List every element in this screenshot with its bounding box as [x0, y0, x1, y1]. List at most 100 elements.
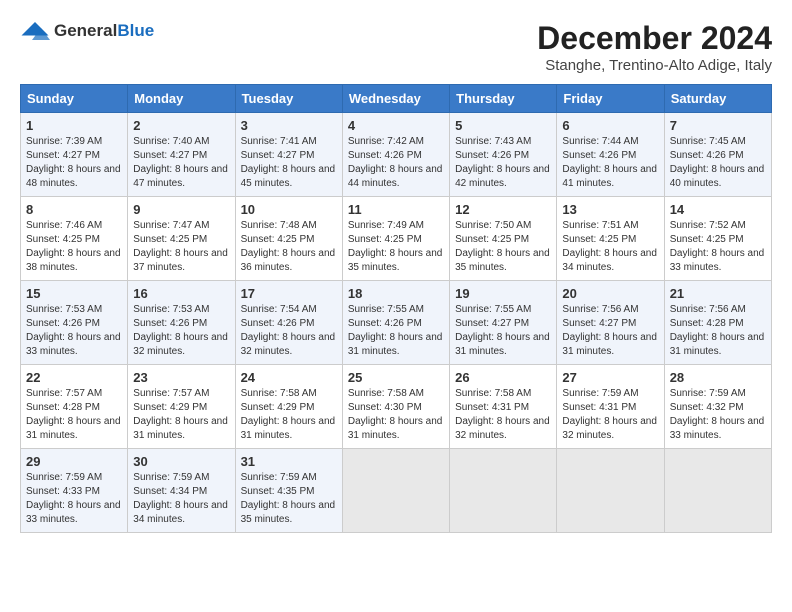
day-info: Sunrise: 7:50 AMSunset: 4:25 PMDaylight:… [455, 220, 550, 273]
calendar-cell: 15 Sunrise: 7:53 AMSunset: 4:26 PMDaylig… [21, 281, 128, 365]
day-info: Sunrise: 7:59 AMSunset: 4:31 PMDaylight:… [562, 388, 657, 441]
calendar-cell: 3 Sunrise: 7:41 AMSunset: 4:27 PMDayligh… [235, 113, 342, 197]
calendar-cell: 17 Sunrise: 7:54 AMSunset: 4:26 PMDaylig… [235, 281, 342, 365]
day-number: 22 [26, 370, 122, 385]
day-number: 24 [241, 370, 337, 385]
day-info: Sunrise: 7:47 AMSunset: 4:25 PMDaylight:… [133, 220, 228, 273]
day-info: Sunrise: 7:55 AMSunset: 4:26 PMDaylight:… [348, 304, 443, 357]
calendar-cell: 28 Sunrise: 7:59 AMSunset: 4:32 PMDaylig… [664, 365, 771, 449]
title-area: December 2024 Stanghe, Trentino-Alto Adi… [537, 20, 772, 74]
day-info: Sunrise: 7:53 AMSunset: 4:26 PMDaylight:… [26, 304, 121, 357]
calendar-cell: 31 Sunrise: 7:59 AMSunset: 4:35 PMDaylig… [235, 449, 342, 533]
calendar-cell: 7 Sunrise: 7:45 AMSunset: 4:26 PMDayligh… [664, 113, 771, 197]
calendar-cell: 11 Sunrise: 7:49 AMSunset: 4:25 PMDaylig… [342, 197, 449, 281]
calendar-cell: 9 Sunrise: 7:47 AMSunset: 4:25 PMDayligh… [128, 197, 235, 281]
calendar-cell [450, 449, 557, 533]
day-number: 16 [133, 286, 229, 301]
calendar-cell: 18 Sunrise: 7:55 AMSunset: 4:26 PMDaylig… [342, 281, 449, 365]
day-info: Sunrise: 7:46 AMSunset: 4:25 PMDaylight:… [26, 220, 121, 273]
calendar-cell: 12 Sunrise: 7:50 AMSunset: 4:25 PMDaylig… [450, 197, 557, 281]
day-info: Sunrise: 7:44 AMSunset: 4:26 PMDaylight:… [562, 136, 657, 189]
logo-icon [20, 20, 50, 42]
logo: GeneralBlue [20, 20, 154, 42]
day-number: 31 [241, 454, 337, 469]
week-row-5: 29 Sunrise: 7:59 AMSunset: 4:33 PMDaylig… [21, 449, 772, 533]
day-number: 26 [455, 370, 551, 385]
calendar-cell: 20 Sunrise: 7:56 AMSunset: 4:27 PMDaylig… [557, 281, 664, 365]
calendar-cell: 1 Sunrise: 7:39 AMSunset: 4:27 PMDayligh… [21, 113, 128, 197]
calendar-cell: 25 Sunrise: 7:58 AMSunset: 4:30 PMDaylig… [342, 365, 449, 449]
calendar-cell: 22 Sunrise: 7:57 AMSunset: 4:28 PMDaylig… [21, 365, 128, 449]
calendar-cell: 23 Sunrise: 7:57 AMSunset: 4:29 PMDaylig… [128, 365, 235, 449]
week-row-3: 15 Sunrise: 7:53 AMSunset: 4:26 PMDaylig… [21, 281, 772, 365]
day-number: 7 [670, 118, 766, 133]
day-number: 6 [562, 118, 658, 133]
calendar-cell [664, 449, 771, 533]
day-number: 8 [26, 202, 122, 217]
day-number: 30 [133, 454, 229, 469]
day-header-thursday: Thursday [450, 85, 557, 113]
day-number: 27 [562, 370, 658, 385]
day-number: 25 [348, 370, 444, 385]
week-row-1: 1 Sunrise: 7:39 AMSunset: 4:27 PMDayligh… [21, 113, 772, 197]
day-info: Sunrise: 7:49 AMSunset: 4:25 PMDaylight:… [348, 220, 443, 273]
day-info: Sunrise: 7:57 AMSunset: 4:28 PMDaylight:… [26, 388, 121, 441]
day-number: 13 [562, 202, 658, 217]
day-number: 29 [26, 454, 122, 469]
day-number: 15 [26, 286, 122, 301]
day-number: 9 [133, 202, 229, 217]
calendar-cell: 8 Sunrise: 7:46 AMSunset: 4:25 PMDayligh… [21, 197, 128, 281]
day-info: Sunrise: 7:56 AMSunset: 4:28 PMDaylight:… [670, 304, 765, 357]
day-number: 21 [670, 286, 766, 301]
day-info: Sunrise: 7:59 AMSunset: 4:34 PMDaylight:… [133, 472, 228, 525]
calendar-cell: 27 Sunrise: 7:59 AMSunset: 4:31 PMDaylig… [557, 365, 664, 449]
day-info: Sunrise: 7:42 AMSunset: 4:26 PMDaylight:… [348, 136, 443, 189]
day-number: 4 [348, 118, 444, 133]
logo-general: General [54, 21, 117, 40]
calendar-cell [342, 449, 449, 533]
day-info: Sunrise: 7:57 AMSunset: 4:29 PMDaylight:… [133, 388, 228, 441]
calendar-cell: 4 Sunrise: 7:42 AMSunset: 4:26 PMDayligh… [342, 113, 449, 197]
logo-blue: Blue [117, 21, 154, 40]
calendar-cell: 19 Sunrise: 7:55 AMSunset: 4:27 PMDaylig… [450, 281, 557, 365]
calendar-cell: 26 Sunrise: 7:58 AMSunset: 4:31 PMDaylig… [450, 365, 557, 449]
day-info: Sunrise: 7:39 AMSunset: 4:27 PMDaylight:… [26, 136, 121, 189]
day-info: Sunrise: 7:45 AMSunset: 4:26 PMDaylight:… [670, 136, 765, 189]
day-number: 18 [348, 286, 444, 301]
day-number: 14 [670, 202, 766, 217]
day-header-sunday: Sunday [21, 85, 128, 113]
day-info: Sunrise: 7:55 AMSunset: 4:27 PMDaylight:… [455, 304, 550, 357]
header-row: SundayMondayTuesdayWednesdayThursdayFrid… [21, 85, 772, 113]
calendar-cell: 6 Sunrise: 7:44 AMSunset: 4:26 PMDayligh… [557, 113, 664, 197]
calendar-cell: 5 Sunrise: 7:43 AMSunset: 4:26 PMDayligh… [450, 113, 557, 197]
calendar-cell: 14 Sunrise: 7:52 AMSunset: 4:25 PMDaylig… [664, 197, 771, 281]
calendar-cell: 10 Sunrise: 7:48 AMSunset: 4:25 PMDaylig… [235, 197, 342, 281]
day-number: 28 [670, 370, 766, 385]
calendar-cell: 29 Sunrise: 7:59 AMSunset: 4:33 PMDaylig… [21, 449, 128, 533]
day-info: Sunrise: 7:58 AMSunset: 4:31 PMDaylight:… [455, 388, 550, 441]
day-info: Sunrise: 7:58 AMSunset: 4:30 PMDaylight:… [348, 388, 443, 441]
calendar-cell: 13 Sunrise: 7:51 AMSunset: 4:25 PMDaylig… [557, 197, 664, 281]
month-title: December 2024 [537, 20, 772, 57]
day-info: Sunrise: 7:40 AMSunset: 4:27 PMDaylight:… [133, 136, 228, 189]
calendar-table: SundayMondayTuesdayWednesdayThursdayFrid… [20, 84, 772, 533]
week-row-4: 22 Sunrise: 7:57 AMSunset: 4:28 PMDaylig… [21, 365, 772, 449]
day-number: 10 [241, 202, 337, 217]
day-header-tuesday: Tuesday [235, 85, 342, 113]
calendar-cell: 21 Sunrise: 7:56 AMSunset: 4:28 PMDaylig… [664, 281, 771, 365]
day-number: 23 [133, 370, 229, 385]
day-number: 3 [241, 118, 337, 133]
day-info: Sunrise: 7:59 AMSunset: 4:35 PMDaylight:… [241, 472, 336, 525]
calendar-cell [557, 449, 664, 533]
day-number: 11 [348, 202, 444, 217]
day-number: 19 [455, 286, 551, 301]
day-info: Sunrise: 7:52 AMSunset: 4:25 PMDaylight:… [670, 220, 765, 273]
day-number: 17 [241, 286, 337, 301]
day-info: Sunrise: 7:56 AMSunset: 4:27 PMDaylight:… [562, 304, 657, 357]
calendar-cell: 2 Sunrise: 7:40 AMSunset: 4:27 PMDayligh… [128, 113, 235, 197]
day-info: Sunrise: 7:41 AMSunset: 4:27 PMDaylight:… [241, 136, 336, 189]
day-number: 2 [133, 118, 229, 133]
day-number: 1 [26, 118, 122, 133]
day-info: Sunrise: 7:48 AMSunset: 4:25 PMDaylight:… [241, 220, 336, 273]
day-header-saturday: Saturday [664, 85, 771, 113]
